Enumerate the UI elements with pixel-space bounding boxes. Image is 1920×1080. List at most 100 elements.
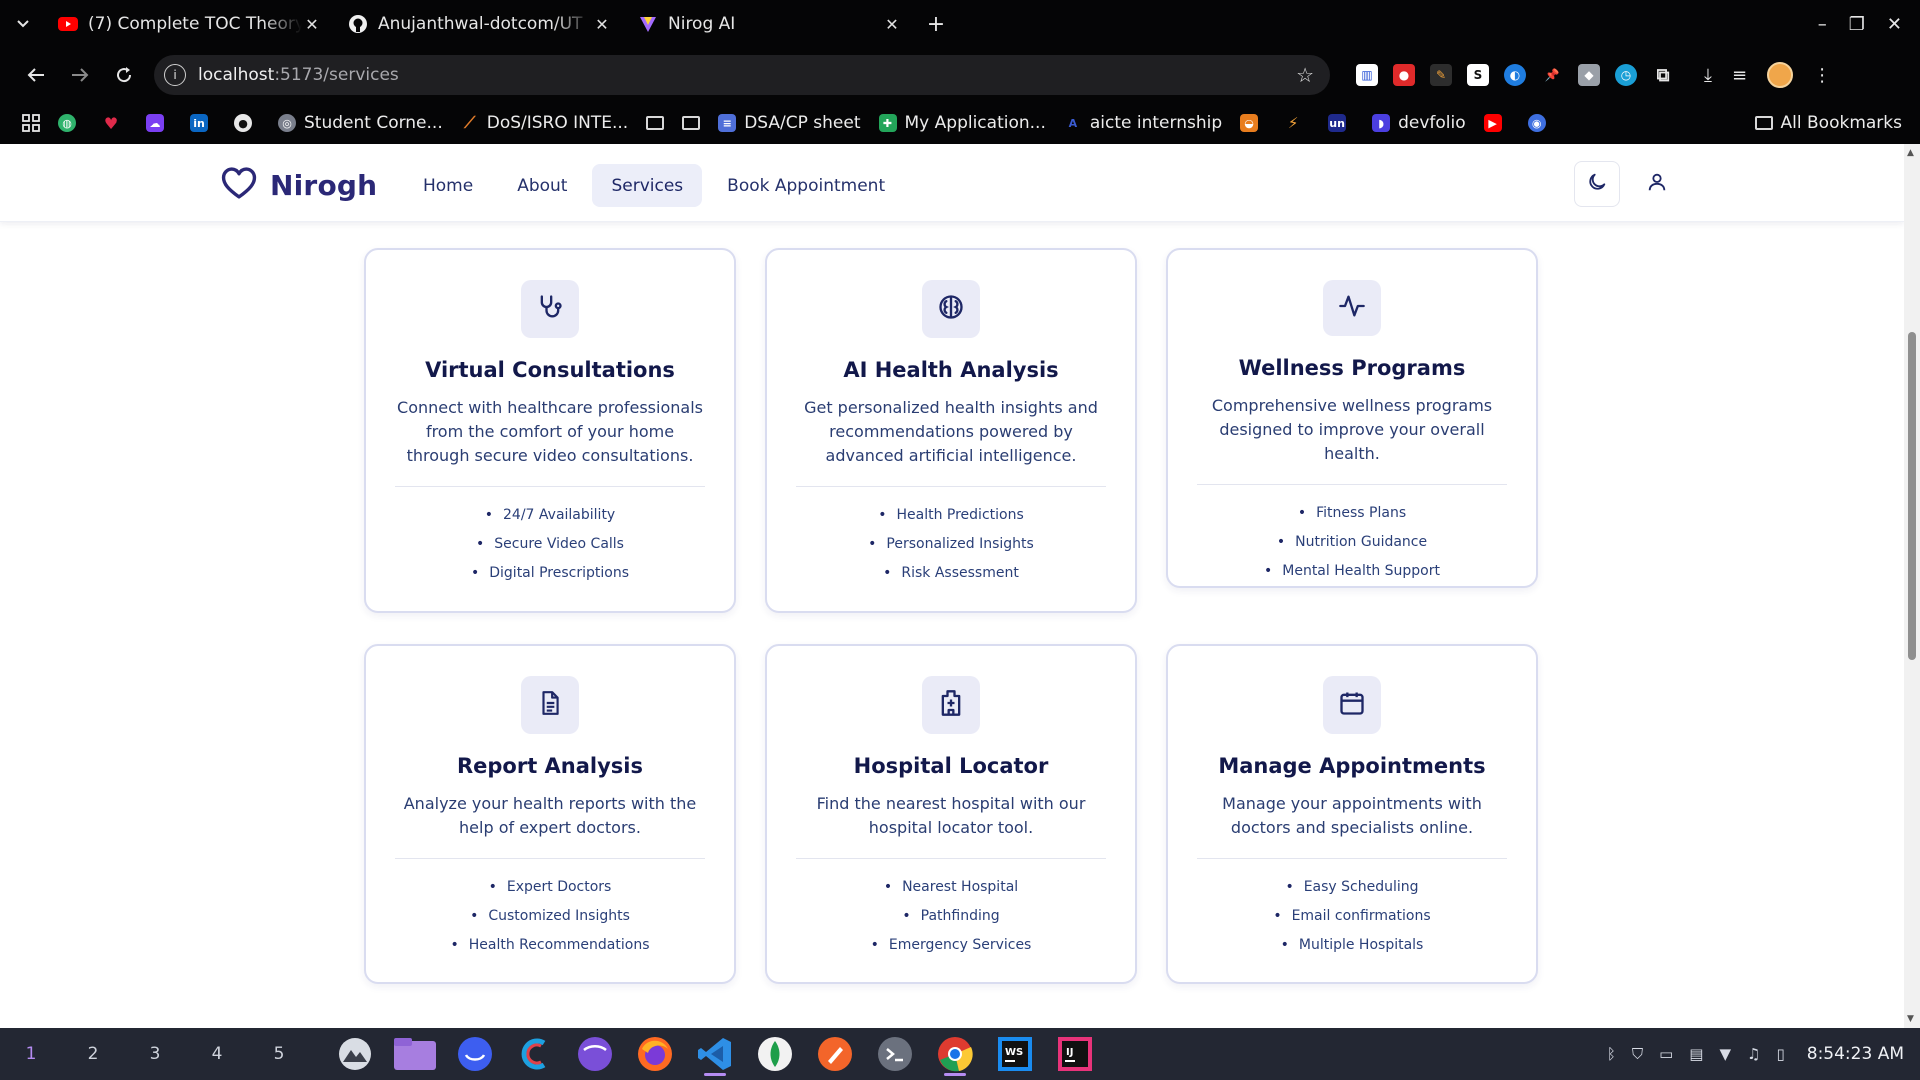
workspace-2[interactable]: 2 xyxy=(62,1028,124,1080)
service-title: Manage Appointments xyxy=(1218,754,1486,778)
app-purple-icon[interactable] xyxy=(572,1031,618,1077)
bookmark-folder-1[interactable] xyxy=(646,116,665,130)
extension-blue-icon[interactable]: ◐ xyxy=(1504,64,1526,86)
workspace-1[interactable]: 1 xyxy=(0,1028,62,1080)
workspace-3[interactable]: 3 xyxy=(124,1028,186,1080)
intellij-icon[interactable]: IJ xyxy=(1052,1031,1098,1077)
scroll-up-arrow-icon[interactable]: ▲ xyxy=(1907,148,1914,158)
browser-tab-strip: (7) Complete TOC Theory ✕ Anujanthwal-do… xyxy=(0,0,1920,48)
user-account-button[interactable] xyxy=(1634,161,1680,207)
github-bookmark-icon[interactable]: ● xyxy=(234,114,260,132)
bookmark-aicte[interactable]: A aicte internship xyxy=(1064,113,1223,133)
bluetooth-icon[interactable]: ᛒ xyxy=(1607,1045,1616,1063)
tab-close-icon[interactable]: ✕ xyxy=(592,15,612,34)
close-window-icon[interactable]: ✕ xyxy=(1887,14,1902,35)
service-card-wellness-programs[interactable]: Wellness Programs Comprehensive wellness… xyxy=(1166,248,1538,588)
nav-about[interactable]: About xyxy=(498,164,586,207)
bookmark-devfolio[interactable]: ◗ devfolio xyxy=(1372,113,1466,133)
extension-pen-icon[interactable]: ✎ xyxy=(1430,64,1452,86)
bookmark-folder-2[interactable] xyxy=(682,116,701,130)
bookmark-dos-isro[interactable]: ⟋ DoS/ISRO INTE... xyxy=(461,113,628,133)
extension-red-icon[interactable]: ● xyxy=(1393,64,1415,86)
browser-menu-icon[interactable]: ⋮ xyxy=(1813,65,1831,86)
service-card-report-analysis[interactable]: Report Analysis Analyze your health repo… xyxy=(364,644,736,984)
bookmark-dsa-cp[interactable]: ≡ DSA/CP sheet xyxy=(718,113,861,133)
feature-item: Health Recommendations xyxy=(450,931,650,960)
app-dark-c-icon[interactable] xyxy=(512,1031,558,1077)
all-bookmarks[interactable]: All Bookmarks xyxy=(1754,113,1902,133)
extension-s-icon[interactable]: S xyxy=(1467,64,1489,86)
bookmark-icon-un[interactable]: un xyxy=(1328,114,1354,132)
service-card-ai-health-analysis[interactable]: AI Health Analysis Get personalized heal… xyxy=(765,248,1137,613)
tab-close-icon[interactable]: ✕ xyxy=(302,15,322,34)
bookmark-icon-tiger[interactable]: ◒ xyxy=(1240,114,1266,132)
bookmark-icon-youtube[interactable]: ▶ xyxy=(1483,114,1510,132)
page-scrollbar[interactable]: ▲ ▼ xyxy=(1904,144,1920,1028)
tab-search-chevron-icon[interactable] xyxy=(0,0,46,48)
clock[interactable]: 8:54:23 AM xyxy=(1807,1044,1904,1064)
feature-list: Health Predictions Personalized Insights… xyxy=(868,501,1034,588)
browser-tab-youtube[interactable]: (7) Complete TOC Theory ✕ xyxy=(46,0,336,48)
bookmark-my-application[interactable]: ✚ My Application... xyxy=(878,113,1046,133)
extension-clock-icon[interactable]: ◷ xyxy=(1615,64,1637,86)
clipboard-icon[interactable]: ▤ xyxy=(1689,1045,1703,1063)
mongodb-compass-icon[interactable] xyxy=(752,1031,798,1077)
browser-tab-github[interactable]: Anujanthwal-dotcom/UT ✕ xyxy=(336,0,626,48)
service-card-manage-appointments[interactable]: Manage Appointments Manage your appointm… xyxy=(1166,644,1538,984)
download-icon[interactable]: ⤓ xyxy=(1704,65,1712,86)
new-tab-plus-icon[interactable]: + xyxy=(916,12,956,37)
forward-arrow-icon[interactable] xyxy=(58,53,102,97)
storage-icon[interactable]: ▭ xyxy=(1659,1045,1673,1063)
firefox-icon[interactable] xyxy=(632,1031,678,1077)
files-folder-icon[interactable] xyxy=(392,1031,438,1077)
extension-chart-icon[interactable]: ▥ xyxy=(1356,64,1378,86)
workspace-4[interactable]: 4 xyxy=(186,1028,248,1080)
music-icon[interactable]: ♫ xyxy=(1747,1045,1760,1063)
bookmark-icon-swirl[interactable]: ◉ xyxy=(1527,114,1554,132)
bookmark-icon-cloud[interactable]: ☁ xyxy=(146,114,172,132)
minimize-icon[interactable]: – xyxy=(1818,14,1827,35)
moon-icon xyxy=(1586,171,1608,197)
browser-tab-nirog[interactable]: Nirog AI ✕ xyxy=(626,0,916,48)
tab-close-icon[interactable]: ✕ xyxy=(882,15,902,34)
nav-book-appointment[interactable]: Book Appointment xyxy=(708,164,904,207)
brand-logo[interactable]: Nirogh xyxy=(220,166,377,204)
reload-icon[interactable] xyxy=(102,53,146,97)
reading-list-icon[interactable]: ≡ xyxy=(1732,65,1747,86)
app-orange-pen-icon[interactable] xyxy=(812,1031,858,1077)
service-card-virtual-consultations[interactable]: Virtual Consultations Connect with healt… xyxy=(364,248,736,613)
bookmark-icon-bolt[interactable]: ⚡ xyxy=(1284,114,1310,132)
bookmark-star-icon[interactable]: ☆ xyxy=(1296,63,1314,87)
apps-grid-icon[interactable] xyxy=(22,114,40,132)
chrome-icon[interactable] xyxy=(932,1031,978,1077)
terminal-icon[interactable] xyxy=(872,1031,918,1077)
back-arrow-icon[interactable] xyxy=(14,53,58,97)
extension-grey-icon[interactable]: ◆ xyxy=(1578,64,1600,86)
scrollbar-thumb[interactable] xyxy=(1908,332,1916,660)
bookmark-icon-globe[interactable]: ◍ xyxy=(58,114,84,132)
app-blue-face-icon[interactable] xyxy=(452,1031,498,1077)
webstorm-icon[interactable]: WS xyxy=(992,1031,1038,1077)
bookmark-icon-heart[interactable]: ♥ xyxy=(102,114,128,133)
bookmark-student-corner[interactable]: ◎ Student Corne... xyxy=(278,113,443,133)
scroll-down-arrow-icon[interactable]: ▼ xyxy=(1907,1014,1914,1024)
wifi-icon[interactable]: ▼ xyxy=(1719,1045,1731,1063)
service-card-hospital-locator[interactable]: Hospital Locator Find the nearest hospit… xyxy=(765,644,1137,984)
theme-toggle-button[interactable] xyxy=(1574,161,1620,207)
feature-item: Risk Assessment xyxy=(868,559,1034,588)
vscode-icon[interactable] xyxy=(692,1031,738,1077)
site-info-icon[interactable]: i xyxy=(164,64,186,86)
battery-icon[interactable]: ▯ xyxy=(1776,1045,1784,1063)
profile-avatar-icon[interactable] xyxy=(1767,62,1794,88)
app-launcher-mountain-icon[interactable] xyxy=(332,1031,378,1077)
linkedin-icon[interactable]: in xyxy=(190,114,216,132)
restore-icon[interactable]: ❐ xyxy=(1849,14,1865,35)
shield-icon[interactable]: ⛉ xyxy=(1632,1045,1643,1063)
nav-services[interactable]: Services xyxy=(592,164,703,207)
extension-pin-icon[interactable]: 📌 xyxy=(1541,64,1563,86)
nav-home[interactable]: Home xyxy=(404,164,492,207)
workspace-5[interactable]: 5 xyxy=(248,1028,310,1080)
address-bar[interactable]: i localhost :5173/services ☆ xyxy=(154,55,1330,95)
extensions-puzzle-icon[interactable]: ⧉ xyxy=(1652,64,1674,86)
feature-item: Health Predictions xyxy=(868,501,1034,530)
